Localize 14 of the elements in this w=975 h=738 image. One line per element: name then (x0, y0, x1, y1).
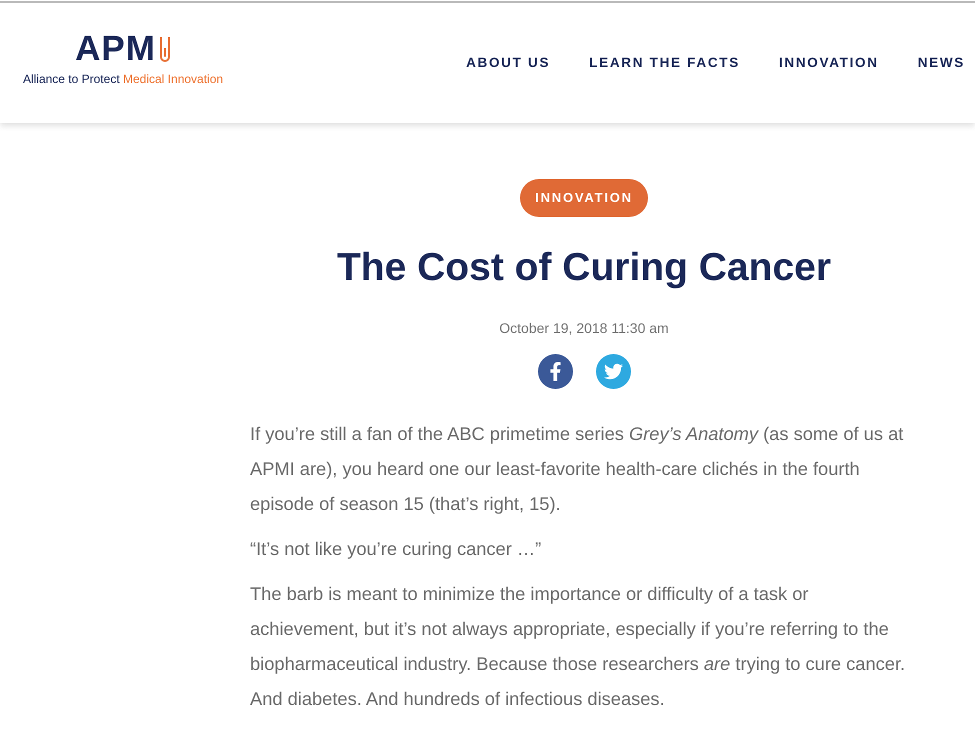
article-paragraph: If you’re still a fan of the ABC primetime series Grey’s Anatomy (as some of us at APMI are), you heard one our least-favorite health-care clichés in the fourth episode of season 15 (that’s right, 15). (250, 422, 904, 516)
nav-link[interactable]: INNOVATION (778, 54, 879, 72)
logo-text[interactable]: APM (75, 31, 156, 67)
nav-link[interactable]: LEARN THE FACTS (589, 54, 740, 72)
facebook-icon[interactable] (538, 354, 572, 389)
article-paragraph: The barb is meant to minimize the importance or difficulty of a task or achievement, but it’s not always appropriate, especially if you’re referring to the biopharmaceutical industry. Because those researchers are trying to cure cancer. And diabetes. And hundreds of infectious diseases. (250, 582, 906, 711)
article-paragraph: “It’s not like you’re curing cancer …” (250, 537, 542, 561)
nav-link[interactable]: NEWS (918, 54, 965, 72)
article-date: October 19, 2018 11:30 am (499, 319, 669, 337)
article-title: The Cost of Curing Cancer (336, 245, 832, 291)
logo-tagline: Alliance to Protect Medical Innovation (22, 72, 224, 86)
twitter-icon[interactable] (596, 354, 630, 389)
test-tube-icon (158, 36, 171, 64)
nav-link[interactable]: ABOUT US (466, 54, 550, 72)
